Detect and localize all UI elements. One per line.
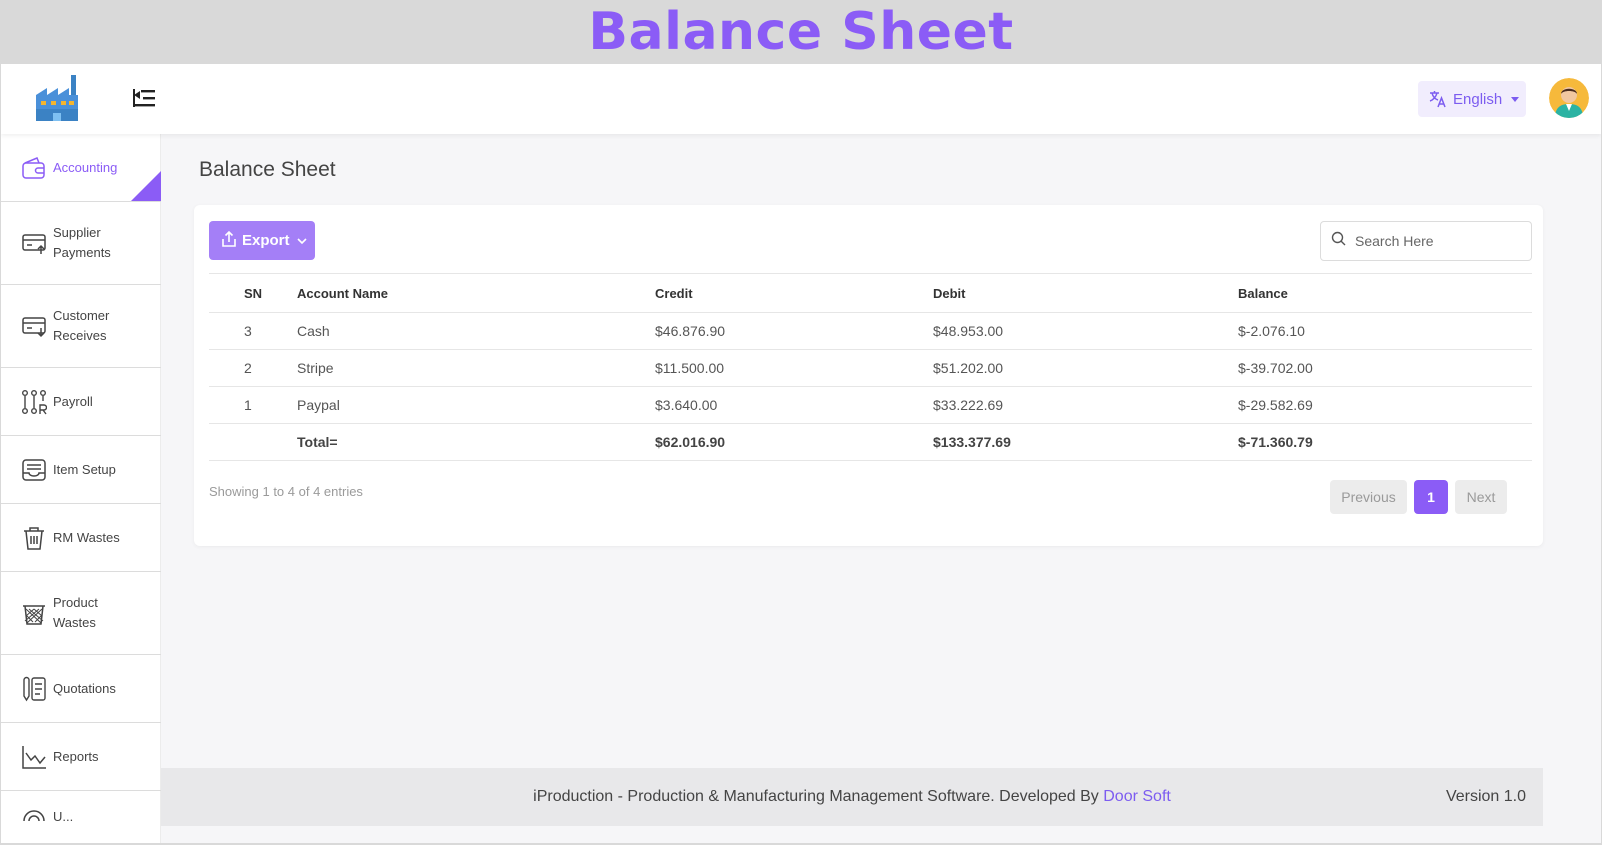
cell-credit: $11.500.00 — [655, 349, 933, 387]
sidebar-item-reports[interactable]: Reports — [1, 723, 161, 791]
cell-balance: $-39.702.00 — [1238, 349, 1532, 387]
balance-table: SN Account Name Credit Debit Balance 3 C… — [209, 273, 1532, 461]
table-row: 3 Cash $46.876.90 $48.953.00 $-2.076.10 — [209, 312, 1532, 350]
language-label: English — [1453, 90, 1503, 108]
sidebar-item-product-wastes[interactable]: Product Wastes — [1, 572, 161, 655]
export-button[interactable]: Export — [209, 221, 315, 260]
total-credit: $62.016.90 — [655, 423, 933, 461]
sidebar-item-item-setup[interactable]: Item Setup — [1, 436, 161, 504]
version-label: Version 1.0 — [1445, 788, 1526, 805]
table-header-row: SN Account Name Credit Debit Balance — [209, 273, 1532, 313]
column-header-account-name[interactable]: Account Name — [297, 273, 655, 313]
column-header-credit[interactable]: Credit — [655, 273, 933, 313]
cell-sn: 3 — [209, 312, 297, 350]
cell-balance: $-2.076.10 — [1238, 312, 1532, 350]
sidebar-item-supplier-payments[interactable]: Supplier Payments — [1, 202, 161, 285]
top-bar: English — [1, 64, 1601, 134]
footer: iProduction - Production & Manufacturing… — [161, 768, 1543, 826]
next-page-button[interactable]: Next — [1455, 480, 1507, 514]
table-row: 2 Stripe $11.500.00 $51.202.00 $-39.702.… — [209, 349, 1532, 387]
wallet-icon — [21, 155, 47, 181]
language-selector[interactable]: English — [1418, 81, 1526, 117]
chevron-down-icon — [296, 232, 307, 249]
translate-icon — [1429, 91, 1446, 108]
page-title: Balance Sheet — [199, 158, 336, 181]
document-icon — [21, 676, 47, 702]
cell-sn: 2 — [209, 349, 297, 387]
footer-text: iProduction - Production & Manufacturing… — [161, 788, 1543, 806]
cell-account-name: Stripe — [297, 349, 655, 387]
main-content: Balance Sheet Export Search Here SN Acco… — [161, 134, 1601, 843]
upload-icon — [222, 230, 236, 251]
column-header-balance[interactable]: Balance — [1238, 273, 1532, 313]
sidebar-item-rm-wastes[interactable]: RM Wastes — [1, 504, 161, 572]
sidebar-item-label: Payroll — [53, 393, 93, 409]
sidebar-item-label: Customer Receives — [53, 308, 110, 343]
cell-empty — [209, 423, 297, 461]
cell-account-name: Cash — [297, 312, 655, 350]
footer-brand-link[interactable]: Door Soft — [1103, 788, 1171, 805]
sidebar-item-users[interactable]: U... — [1, 791, 161, 843]
pagination: Previous 1 Next — [1330, 480, 1507, 514]
table-total-row: Total= $62.016.90 $133.377.69 $-71.360.7… — [209, 423, 1532, 461]
total-debit: $133.377.69 — [933, 423, 1238, 461]
basket-icon — [21, 600, 47, 626]
sidebar-item-label: Quotations — [53, 680, 116, 696]
cell-credit: $46.876.90 — [655, 312, 933, 350]
search-input[interactable] — [1355, 233, 1515, 249]
total-label: Total= — [297, 423, 655, 461]
sidebar-item-quotations[interactable]: Quotations — [1, 655, 161, 723]
app-window: English Accounting Supplier Payments Cus… — [1, 64, 1601, 843]
export-label: Export — [242, 232, 290, 249]
factory-logo-icon[interactable] — [33, 73, 83, 123]
tray-icon — [21, 457, 47, 483]
payroll-icon — [21, 389, 47, 415]
footer-credit-text: iProduction - Production & Manufacturing… — [533, 788, 1104, 805]
balance-sheet-card: Export SN Account Name Credit Debit — [194, 205, 1543, 546]
search-box — [1320, 221, 1532, 261]
banner: Balance Sheet — [0, 0, 1602, 64]
sidebar-item-accounting[interactable]: Accounting — [1, 134, 161, 202]
sidebar-item-label: Supplier Payments — [53, 225, 111, 260]
previous-page-button[interactable]: Previous — [1330, 480, 1407, 514]
sidebar-item-label: U... — [53, 809, 74, 824]
trash-icon — [21, 525, 47, 551]
chart-line-icon — [21, 744, 47, 770]
entries-info: Showing 1 to 4 of 4 entries — [209, 484, 363, 499]
sidebar-item-label: Accounting — [53, 159, 118, 175]
sidebar: Accounting Supplier Payments Customer Re… — [1, 134, 161, 843]
page-1-button[interactable]: 1 — [1414, 480, 1448, 514]
cell-credit: $3.640.00 — [655, 386, 933, 424]
cell-account-name: Paypal — [297, 386, 655, 424]
user-avatar[interactable] — [1549, 78, 1589, 118]
caret-down-icon — [1511, 96, 1520, 102]
sidebar-item-label: Reports — [53, 748, 99, 764]
cell-balance: $-29.582.69 — [1238, 386, 1532, 424]
cell-debit: $48.953.00 — [933, 312, 1238, 350]
banner-title: Balance Sheet — [588, 2, 1014, 62]
search-icon — [1331, 231, 1346, 251]
sidebar-item-label: RM Wastes — [53, 529, 120, 545]
sidebar-item-payroll[interactable]: Payroll — [1, 368, 161, 436]
table-row: 1 Paypal $3.640.00 $33.222.69 $-29.582.6… — [209, 386, 1532, 424]
sidebar-item-label: Item Setup — [53, 461, 116, 477]
card-download-icon — [21, 313, 47, 339]
cell-debit: $33.222.69 — [933, 386, 1238, 424]
card-upload-icon — [21, 230, 47, 256]
user-icon — [21, 807, 47, 833]
sidebar-item-label: Product Wastes — [53, 595, 98, 630]
sidebar-item-customer-receives[interactable]: Customer Receives — [1, 285, 161, 368]
total-balance: $-71.360.79 — [1238, 423, 1532, 461]
column-header-sn[interactable]: SN — [209, 273, 297, 313]
menu-toggle-icon[interactable] — [131, 86, 157, 110]
cell-sn: 1 — [209, 386, 297, 424]
column-header-debit[interactable]: Debit — [933, 273, 1238, 313]
cell-debit: $51.202.00 — [933, 349, 1238, 387]
